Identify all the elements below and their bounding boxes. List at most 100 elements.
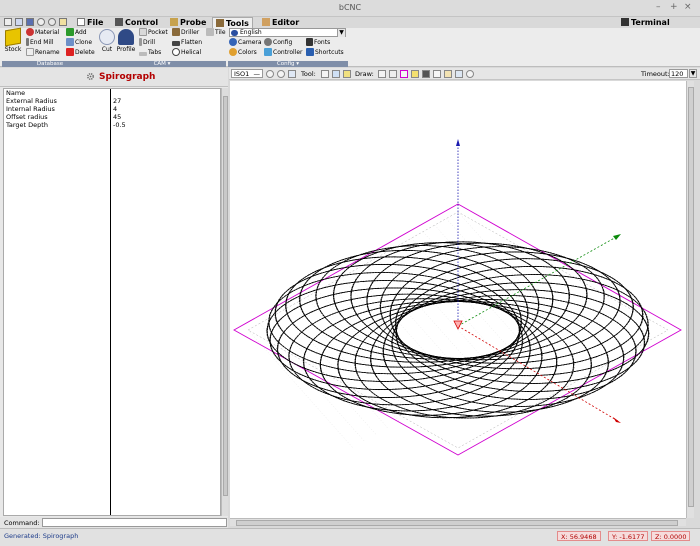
param-name: Offset radius (6, 113, 48, 121)
canvas-horizontal-thumb[interactable] (236, 520, 678, 526)
zoom-out-icon[interactable] (277, 70, 285, 78)
menu-bar: File Control Probe Tools Editor Terminal (0, 17, 700, 28)
canvas-vertical-thumb[interactable] (688, 87, 694, 507)
fonts-button[interactable]: Fonts (306, 38, 330, 47)
param-row[interactable]: Target Depth -0.5 (5, 121, 220, 129)
panel-scrollbar[interactable] (221, 88, 228, 516)
open-file-icon[interactable] (15, 18, 23, 26)
ribbon: Stock Material End Mill Rename Add Clone… (0, 27, 700, 67)
tab-tools[interactable]: Tools (212, 17, 253, 28)
canvas-svg[interactable] (230, 81, 686, 518)
config-button[interactable]: Config (264, 38, 292, 47)
stock-button[interactable]: Stock (4, 27, 22, 53)
cut-button[interactable]: Cut (99, 29, 115, 53)
param-value[interactable]: 27 (113, 97, 121, 105)
pan-icon[interactable] (332, 70, 340, 78)
column-divider (110, 89, 111, 515)
profile-label: Profile (116, 46, 136, 53)
helical-button[interactable]: Helical (172, 48, 201, 57)
parameter-table: Name External Radius 27 Internal Radius 4 … (3, 88, 221, 516)
param-value[interactable]: 4 (113, 105, 117, 113)
pocket-label: Pocket (148, 29, 168, 36)
shortcuts-button[interactable]: Shortcuts (306, 48, 344, 57)
zoom-in-icon[interactable] (266, 70, 274, 78)
draw-probe-icon[interactable] (411, 70, 419, 78)
language-select[interactable]: English ▼ (229, 28, 346, 37)
y-coordinate: Y: -1.6177 (608, 531, 649, 541)
panel-scrollbar-thumb[interactable] (223, 96, 228, 496)
save-file-icon[interactable] (26, 18, 34, 26)
param-row[interactable]: Offset radius 45 (5, 113, 220, 121)
draw-cursor-icon[interactable] (378, 70, 386, 78)
grid-line (247, 329, 354, 449)
redraw-icon[interactable] (466, 70, 474, 78)
draw-margin-icon[interactable] (400, 70, 408, 78)
clone-button[interactable]: Clone (66, 38, 92, 47)
tab-control[interactable]: Control (112, 17, 161, 28)
delete-button[interactable]: Delete (66, 48, 95, 57)
profile-button[interactable]: Profile (116, 29, 136, 53)
timeout-dropdown-icon[interactable]: ▼ (689, 69, 697, 78)
new-file-icon[interactable] (4, 18, 12, 26)
maximize-icon[interactable]: + (670, 2, 678, 12)
y-axis-arrow (613, 234, 621, 240)
colors-button[interactable]: Colors (229, 48, 257, 57)
driller-label: Driller (181, 29, 200, 36)
cam-group-label[interactable]: CAM ▾ (98, 61, 226, 67)
canvas-horizontal-scrollbar[interactable] (230, 518, 686, 526)
grid-line (422, 231, 529, 350)
chevron-down-icon[interactable]: ▼ (337, 29, 345, 37)
controller-button[interactable]: Controller (264, 48, 303, 57)
tab-tools-label: Tools (226, 19, 249, 28)
rename-button[interactable]: Rename (26, 48, 60, 57)
canvas-vertical-scrollbar[interactable] (686, 81, 694, 518)
add-label: Add (75, 29, 87, 36)
redo-icon[interactable] (48, 18, 56, 26)
add-button[interactable]: Add (66, 28, 87, 37)
draw-axes-icon[interactable] (433, 70, 441, 78)
param-row[interactable]: Internal Radius 4 (5, 105, 220, 113)
select-arrow-icon[interactable] (321, 70, 329, 78)
param-value[interactable]: -0.5 (113, 121, 126, 129)
command-input[interactable] (42, 518, 227, 527)
timeout-value: 120 (671, 70, 684, 78)
tab-probe-label: Probe (180, 18, 207, 27)
timeout-input[interactable]: 120 (669, 69, 688, 78)
tab-editor[interactable]: Editor (259, 17, 302, 28)
view-select[interactable]: ISO1— (231, 69, 263, 78)
param-row[interactable]: Name (5, 89, 220, 97)
tile-button[interactable]: Tile (206, 28, 226, 37)
draw-paths-icon[interactable] (455, 70, 463, 78)
param-row[interactable]: External Radius 27 (5, 97, 220, 105)
x-coordinate: X: 56.9468 (557, 531, 601, 541)
rename-label: Rename (35, 49, 60, 56)
close-icon[interactable]: × (684, 2, 692, 12)
material-button[interactable]: Material (26, 28, 59, 37)
ruler-icon[interactable] (343, 70, 351, 78)
undo-icon[interactable] (37, 18, 45, 26)
param-value[interactable]: 45 (113, 113, 121, 121)
draw-camera-icon[interactable] (444, 70, 452, 78)
cut-label: Cut (101, 46, 113, 53)
history-icon[interactable] (59, 18, 67, 26)
end-mill-button[interactable]: End Mill (26, 38, 54, 47)
minimize-icon[interactable]: – (656, 2, 661, 12)
globe-icon (231, 30, 238, 36)
flatten-button[interactable]: Flatten (172, 38, 202, 47)
config-group-label[interactable]: Config ▾ (228, 61, 348, 67)
tab-terminal[interactable]: Terminal (618, 17, 673, 28)
drill-button[interactable]: Drill (139, 38, 155, 47)
command-label: Command: (4, 519, 40, 527)
gcode-canvas[interactable] (230, 81, 686, 518)
driller-button[interactable]: Driller (172, 28, 199, 37)
zoom-fit-icon[interactable] (288, 70, 296, 78)
draw-grid-icon[interactable] (389, 70, 397, 78)
shortcuts-label: Shortcuts (315, 49, 344, 56)
camera-button[interactable]: Camera (229, 38, 262, 47)
material-icon (26, 28, 34, 36)
tabs-button[interactable]: Tabs (139, 48, 161, 57)
tab-probe[interactable]: Probe (167, 17, 209, 28)
pocket-button[interactable]: Pocket (139, 28, 168, 37)
draw-workarea-icon[interactable] (422, 70, 430, 78)
tab-file[interactable]: File (74, 17, 106, 28)
